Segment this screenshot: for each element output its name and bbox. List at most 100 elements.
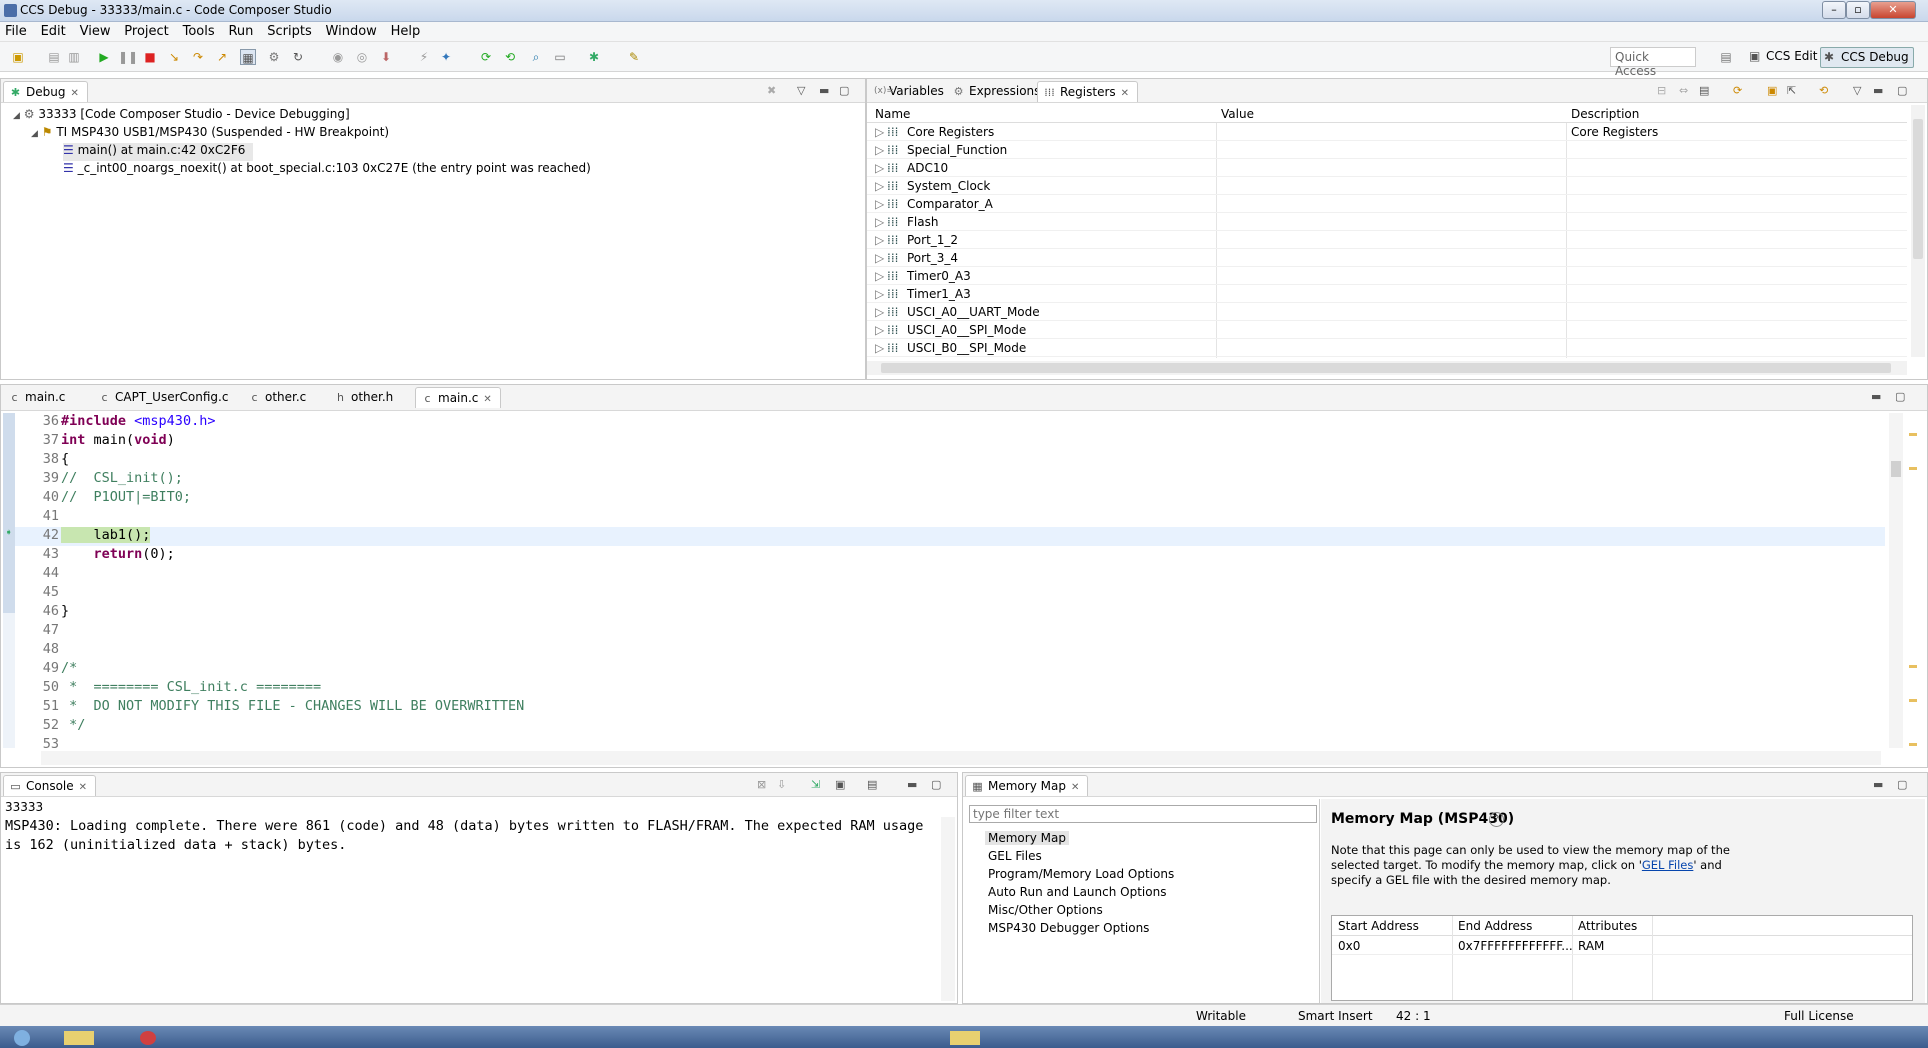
column-end-address[interactable]: End Address xyxy=(1458,919,1532,933)
expand-icon[interactable]: ▷ xyxy=(875,143,884,157)
expand-icon[interactable]: ▷ xyxy=(875,215,884,229)
register-row[interactable]: ▷ ⁞⁞⁞ USCI_A0__UART_Mode xyxy=(867,303,1907,321)
scrollbar-thumb[interactable] xyxy=(881,363,1891,373)
nav-memory-map[interactable]: Memory Map xyxy=(985,831,1069,845)
open-console-icon[interactable]: ▭ xyxy=(552,49,568,65)
expand-icon[interactable]: ▷ xyxy=(875,125,884,139)
step-over-icon[interactable]: ↷ xyxy=(190,49,206,65)
pin-console-icon[interactable]: ⇲ xyxy=(811,778,820,791)
code-line[interactable]: 42 lab1(); xyxy=(15,527,1885,546)
tab-memory-map[interactable]: ▦ Memory Map ✕ xyxy=(965,775,1089,796)
code-line[interactable]: 43 return(0); xyxy=(15,546,1885,565)
perspective-ccs-edit[interactable]: ▣ CCS Edit xyxy=(1746,47,1821,67)
perspective-ccs-debug[interactable]: ✱ CCS Debug xyxy=(1820,47,1914,68)
column-start-address[interactable]: Start Address xyxy=(1338,919,1419,933)
collapse-icon[interactable]: ◢ xyxy=(31,129,38,139)
column-attributes[interactable]: Attributes xyxy=(1578,919,1637,933)
expand-icon[interactable]: ▷ xyxy=(875,269,884,283)
open-perspective-icon[interactable]: ▤ xyxy=(1718,49,1734,65)
minimize-view-icon[interactable]: ▬ xyxy=(819,84,829,97)
tab-console[interactable]: ▭ Console ✕ xyxy=(3,775,97,796)
nav-gel-files[interactable]: GEL Files xyxy=(988,849,1042,863)
register-row[interactable]: ▷ ⁞⁞⁞ System_Clock xyxy=(867,177,1907,195)
scrollbar-thumb[interactable] xyxy=(1913,119,1923,259)
code-line[interactable]: 36 #include <msp430.h> xyxy=(15,413,1885,432)
debug-config-icon[interactable]: ✱ xyxy=(586,49,602,65)
scrollbar-thumb[interactable] xyxy=(1891,461,1901,477)
status-insert-mode[interactable]: Smart Insert xyxy=(1298,1009,1373,1023)
code-line[interactable]: 51 * DO NOT MODIFY THIS FILE - CHANGES W… xyxy=(15,698,1885,717)
save-icon[interactable]: ▤ xyxy=(46,49,62,65)
reset-icon[interactable]: ⚙ xyxy=(266,49,282,65)
load-program-icon[interactable]: ⬇ xyxy=(378,49,394,65)
horizontal-scrollbar[interactable] xyxy=(867,361,1907,375)
register-row[interactable]: ▷ ⁞⁞⁞ USCI_A0__SPI_Mode xyxy=(867,321,1907,339)
code-area[interactable]: 36 #include <msp430.h> 37 int main(void) 38{… xyxy=(15,413,1885,748)
suspend-icon[interactable]: ❚❚ xyxy=(118,49,138,65)
clear-console-icon[interactable]: ⊠ xyxy=(757,778,766,791)
tab-other-h[interactable]: h other.h xyxy=(329,387,401,408)
folder-taskbar-icon[interactable] xyxy=(950,1031,980,1045)
register-row[interactable]: ▷ ⁞⁞⁞ USCI_B0__SPI_Mode xyxy=(867,339,1907,357)
code-line[interactable]: 46} xyxy=(15,603,1885,622)
overview-ruler[interactable] xyxy=(1905,413,1923,748)
nav-auto-run-launch-options[interactable]: Auto Run and Launch Options xyxy=(988,885,1166,899)
refresh-icon[interactable]: ⟳ xyxy=(1733,84,1742,97)
register-row[interactable]: ▷ ⁞⁞⁞ Core Registers Core Registers xyxy=(867,123,1907,141)
collapse-icon[interactable]: ◢ xyxy=(13,111,20,121)
tab-registers[interactable]: ⁞⁞⁞ Registers ✕ xyxy=(1037,81,1139,102)
code-line[interactable]: 49/* xyxy=(15,660,1885,679)
column-description[interactable]: Description xyxy=(1571,107,1639,121)
minimize-view-icon[interactable]: ▬ xyxy=(907,778,917,791)
restart-icon[interactable]: ↻ xyxy=(290,49,306,65)
scroll-lock-icon[interactable]: ⇩ xyxy=(777,778,786,791)
refresh-icon[interactable]: ⟳ xyxy=(478,49,494,65)
continuous-refresh-icon[interactable]: ⟲ xyxy=(1819,84,1828,97)
tab-expressions[interactable]: ⚙ Expressions xyxy=(947,81,1048,102)
export-icon[interactable]: ⇱ xyxy=(1787,84,1796,97)
gel-files-link[interactable]: GEL Files xyxy=(1642,858,1693,872)
step-into-icon[interactable]: ↘ xyxy=(166,49,182,65)
open-console-icon[interactable]: ▤ xyxy=(867,778,877,791)
debug-target-row[interactable]: ◢ ⚑ TI MSP430 USB1/MSP430 (Suspended - H… xyxy=(31,125,389,143)
close-icon[interactable]: ✕ xyxy=(79,782,87,793)
code-line[interactable]: 50 * ======== CSL_init.c ======== xyxy=(15,679,1885,698)
expand-icon[interactable]: ▷ xyxy=(875,233,884,247)
new-icon[interactable]: ▣ xyxy=(10,49,26,65)
maximize-view-icon[interactable]: ▢ xyxy=(931,778,941,791)
code-line[interactable]: 48 xyxy=(15,641,1885,660)
maximize-view-icon[interactable]: ▢ xyxy=(1895,390,1905,403)
view-menu-icon[interactable]: ▽ xyxy=(1853,84,1861,97)
code-line[interactable]: 38{ xyxy=(15,451,1885,470)
tab-debug[interactable]: ✱ Debug ✕ xyxy=(3,81,88,102)
editor-horizontal-scrollbar[interactable] xyxy=(41,751,1881,765)
register-row[interactable]: ▷ ⁞⁞⁞ Timer0_A3 xyxy=(867,267,1907,285)
console-scrollbar[interactable] xyxy=(941,817,955,1001)
register-row[interactable]: ▷ ⁞⁞⁞ Port_3_4 xyxy=(867,249,1907,267)
nav-program-memory-load-options[interactable]: Program/Memory Load Options xyxy=(988,867,1174,881)
expand-icon[interactable]: ▷ xyxy=(875,161,884,175)
menu-project[interactable]: Project xyxy=(119,22,173,41)
filter-input[interactable] xyxy=(969,805,1317,823)
debug-session-row[interactable]: ◢ ⚙ 33333 [Code Composer Studio - Device… xyxy=(13,107,350,125)
expand-icon[interactable]: ▷ xyxy=(875,179,884,193)
help-icon[interactable]: ? xyxy=(1489,812,1504,827)
console-output[interactable]: MSP430: Loading complete. There were 861… xyxy=(5,817,937,855)
expand-icon[interactable]: ▷ xyxy=(875,251,884,265)
status-license[interactable]: Full License xyxy=(1784,1009,1854,1023)
menu-edit[interactable]: Edit xyxy=(36,22,71,41)
code-line[interactable]: 37 int main(void) xyxy=(15,432,1885,451)
maximize-view-icon[interactable]: ▢ xyxy=(1897,84,1907,97)
expand-icon[interactable]: ▷ xyxy=(875,341,884,355)
debug-icon[interactable]: ✦ xyxy=(438,49,454,65)
code-line[interactable]: 45 xyxy=(15,584,1885,603)
new-group-icon[interactable]: ▣ xyxy=(1767,84,1777,97)
register-row[interactable]: ▷ ⁞⁞⁞ ADC10 xyxy=(867,159,1907,177)
search-icon[interactable]: ⌕ xyxy=(528,49,544,65)
code-line[interactable]: 39// CSL_init(); xyxy=(15,470,1885,489)
start-button-icon[interactable] xyxy=(14,1030,30,1046)
code-line[interactable]: 40// P1OUT|=BIT0; xyxy=(15,489,1885,508)
register-row[interactable]: ▷ ⁞⁞⁞ Port_1_2 xyxy=(867,231,1907,249)
close-icon[interactable]: ✕ xyxy=(70,88,78,99)
explorer-taskbar-icon[interactable] xyxy=(64,1031,94,1045)
